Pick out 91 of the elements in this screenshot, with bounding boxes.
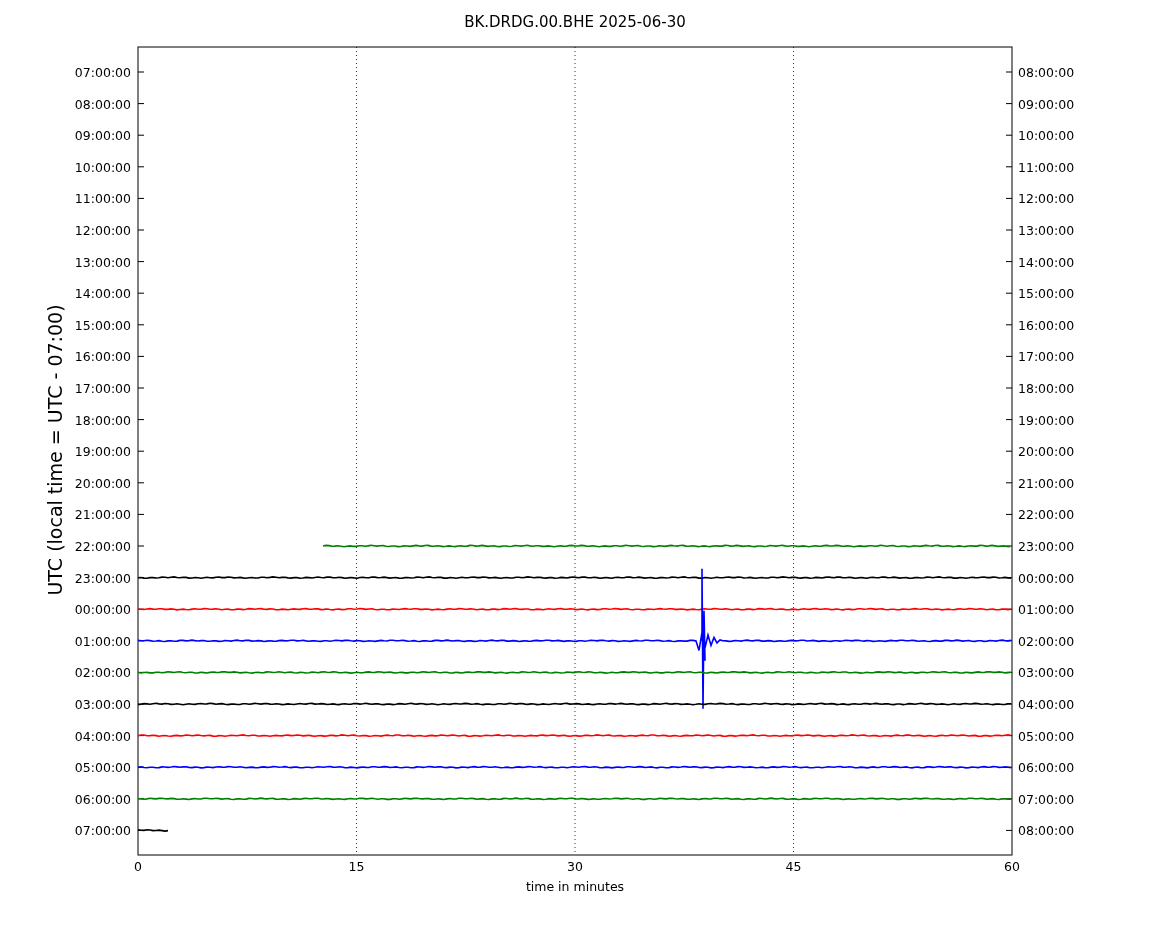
tick-mark bbox=[1005, 292, 1013, 294]
tick-mark bbox=[1005, 324, 1013, 326]
tick-label: 21:00:00 bbox=[1018, 475, 1075, 491]
tick-mark bbox=[137, 103, 145, 105]
tick-label: 21:00:00 bbox=[74, 507, 131, 523]
tick-label: 11:00:00 bbox=[1018, 159, 1075, 175]
tick-label: 07:00:00 bbox=[74, 65, 131, 80]
tick-mark bbox=[137, 71, 145, 73]
tick-mark bbox=[1005, 545, 1013, 547]
chart-title: BK.DRDG.00.BHE 2025-06-30 bbox=[464, 13, 686, 31]
tick-label: 08:00:00 bbox=[74, 96, 131, 112]
tick-mark bbox=[1005, 482, 1013, 484]
tick-mark bbox=[1005, 103, 1013, 105]
tick-mark bbox=[137, 545, 145, 547]
tick-label: 18:00:00 bbox=[1018, 381, 1075, 396]
tick-label: 0 bbox=[134, 859, 142, 874]
tick-label: 15 bbox=[348, 859, 365, 874]
tick-label: 14:00:00 bbox=[74, 286, 131, 302]
tick-label: 04:00:00 bbox=[1018, 697, 1075, 712]
tick-label: 08:00:00 bbox=[1018, 823, 1075, 839]
tick-label: 08:00:00 bbox=[1018, 65, 1075, 80]
tick-label: 17:00:00 bbox=[1018, 349, 1075, 365]
tick-mark bbox=[137, 134, 145, 136]
tick-label: 07:00:00 bbox=[1018, 791, 1075, 807]
tick-label: 14:00:00 bbox=[1018, 254, 1075, 270]
tick-label: 04:00:00 bbox=[74, 728, 131, 744]
tick-mark bbox=[1005, 355, 1013, 357]
tick-mark bbox=[137, 513, 145, 515]
tick-mark bbox=[1005, 229, 1013, 231]
tick-mark bbox=[137, 229, 145, 231]
tick-label: 13:00:00 bbox=[74, 254, 131, 270]
tick-mark bbox=[137, 261, 145, 263]
tick-mark bbox=[1005, 71, 1013, 73]
tick-label: 09:00:00 bbox=[74, 128, 131, 144]
axis-label: UTC (local time = UTC - 07:00) bbox=[44, 304, 66, 596]
tick-label: 23:00:00 bbox=[74, 570, 131, 586]
tick-label: 01:00:00 bbox=[1018, 602, 1075, 618]
tick-label: 00:00:00 bbox=[74, 602, 131, 618]
tick-label: 45 bbox=[785, 859, 802, 874]
tick-mark bbox=[1005, 134, 1013, 136]
tick-mark bbox=[1005, 166, 1013, 168]
tick-label: 19:00:00 bbox=[74, 444, 131, 460]
tick-label: 03:00:00 bbox=[74, 697, 131, 712]
tick-label: 16:00:00 bbox=[1018, 317, 1075, 333]
tick-label: 19:00:00 bbox=[1018, 412, 1075, 428]
tick-label: 03:00:00 bbox=[1018, 665, 1075, 681]
tick-label: 12:00:00 bbox=[74, 223, 131, 238]
tick-label: 07:00:00 bbox=[74, 823, 131, 839]
tick-label: 13:00:00 bbox=[1018, 223, 1075, 238]
tick-label: 02:00:00 bbox=[1018, 633, 1075, 649]
axis-label: time in minutes bbox=[525, 879, 625, 894]
tick-label: 06:00:00 bbox=[74, 791, 131, 807]
tick-label: 60 bbox=[1004, 859, 1020, 874]
tick-label: 30 bbox=[567, 859, 583, 874]
tick-mark bbox=[137, 450, 145, 452]
tick-label: 11:00:00 bbox=[74, 191, 131, 207]
tick-mark bbox=[1005, 261, 1013, 263]
tick-label: 15:00:00 bbox=[1018, 286, 1075, 302]
tick-mark bbox=[137, 197, 145, 199]
tick-label: 10:00:00 bbox=[74, 159, 131, 175]
tick-label: 12:00:00 bbox=[1018, 191, 1075, 207]
tick-mark bbox=[137, 482, 145, 484]
tick-label: 18:00:00 bbox=[74, 412, 131, 428]
tick-label: 01:00:00 bbox=[74, 633, 131, 649]
tick-label: 20:00:00 bbox=[74, 475, 131, 491]
tick-mark bbox=[137, 292, 145, 294]
tick-label: 05:00:00 bbox=[1018, 728, 1075, 744]
tick-mark bbox=[137, 324, 145, 326]
tick-label: 16:00:00 bbox=[74, 349, 131, 365]
tick-label: 17:00:00 bbox=[74, 381, 131, 396]
tick-label: 02:00:00 bbox=[74, 665, 131, 681]
tick-mark bbox=[1005, 419, 1013, 421]
tick-mark bbox=[137, 419, 145, 421]
tick-mark bbox=[1005, 513, 1013, 515]
tick-label: 15:00:00 bbox=[74, 317, 131, 333]
tick-mark bbox=[1005, 387, 1013, 389]
tick-mark bbox=[137, 166, 145, 168]
tick-label: 06:00:00 bbox=[1018, 760, 1075, 776]
tick-label: 22:00:00 bbox=[1018, 507, 1075, 523]
tick-label: 05:00:00 bbox=[74, 760, 131, 776]
tick-mark bbox=[137, 355, 145, 357]
tick-label: 09:00:00 bbox=[1018, 96, 1075, 112]
tick-label: 22:00:00 bbox=[74, 539, 131, 554]
tick-mark bbox=[137, 387, 145, 389]
tick-mark bbox=[1005, 197, 1013, 199]
tick-label: 00:00:00 bbox=[1018, 570, 1075, 586]
tick-mark bbox=[1005, 450, 1013, 452]
tick-label: 20:00:00 bbox=[1018, 444, 1075, 460]
tick-label: 23:00:00 bbox=[1018, 539, 1075, 554]
tick-mark bbox=[1005, 829, 1013, 831]
tick-label: 10:00:00 bbox=[1018, 128, 1075, 144]
